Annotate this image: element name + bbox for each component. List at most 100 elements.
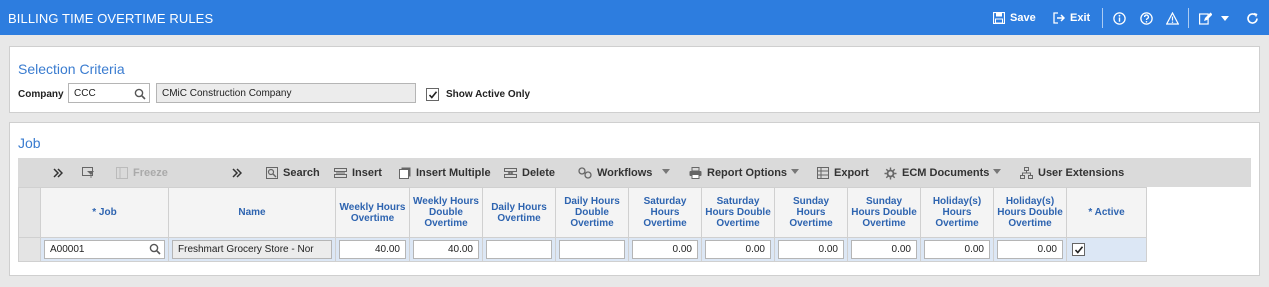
daily-hours-double-overtime-input[interactable] [559, 240, 625, 259]
exit-icon [1053, 12, 1065, 24]
show-active-only-label: Show Active Only [446, 89, 531, 100]
saturday-double-overtime-cell [701, 237, 775, 262]
column-header-holiday-hours-double-overtime[interactable]: Holiday(s) Hours Double Overtime [993, 187, 1067, 238]
weekly-double-overtime-cell [409, 237, 483, 262]
sunday-overtime-cell [774, 237, 848, 262]
insert-row-icon [334, 168, 347, 178]
user-extensions-button[interactable]: User Extensions [1020, 166, 1124, 180]
active-checkbox[interactable] [1072, 243, 1085, 256]
name-cell [168, 237, 336, 262]
active-cell [1066, 237, 1147, 262]
checkmark-icon [428, 90, 437, 99]
column-header-active[interactable]: * Active [1066, 187, 1147, 238]
company-name-field [156, 83, 416, 103]
column-header-job[interactable]: * Job [40, 187, 169, 238]
saturday-hours-overtime-input[interactable] [632, 240, 698, 259]
user-extensions-icon [1020, 167, 1033, 179]
column-header-weekly-hours-overtime[interactable]: Weekly Hours Overtime [335, 187, 410, 238]
save-icon [993, 12, 1005, 24]
grid-toolbar: Freeze Search Insert Insert Multiple Del… [18, 158, 1251, 187]
weekly-hours-double-overtime-input[interactable] [413, 240, 479, 259]
holiday-double-overtime-cell [993, 237, 1067, 262]
warning-icon[interactable] [1165, 11, 1179, 25]
job-name-field [172, 240, 332, 259]
workflows-icon [578, 167, 592, 179]
weekly-hours-overtime-input[interactable] [339, 240, 406, 259]
freeze-label: Freeze [133, 167, 168, 179]
daily-double-overtime-cell [555, 237, 629, 262]
workflows-label: Workflows [597, 167, 653, 179]
column-header-daily-hours-overtime[interactable]: Daily Hours Overtime [482, 187, 556, 238]
search-icon [266, 167, 278, 179]
double-chevron-right-icon [232, 168, 242, 178]
save-label: Save [1010, 12, 1036, 24]
sunday-hours-double-overtime-input[interactable] [851, 240, 917, 259]
insert-button[interactable]: Insert [334, 166, 382, 180]
export-label: Export [834, 167, 869, 179]
holiday-hours-double-overtime-input[interactable] [997, 240, 1063, 259]
edit-icon[interactable] [1198, 11, 1212, 25]
insert-multiple-button[interactable]: Insert Multiple [399, 166, 491, 180]
sunday-hours-overtime-input[interactable] [778, 240, 844, 259]
daily-overtime-cell [482, 237, 556, 262]
saturday-hours-double-overtime-input[interactable] [705, 240, 771, 259]
column-header-daily-hours-double-overtime[interactable]: Daily Hours Double Overtime [555, 187, 629, 238]
row-selector[interactable] [18, 237, 41, 262]
help-icon[interactable] [1139, 11, 1153, 25]
delete-row-icon [504, 168, 517, 178]
freeze-icon [116, 167, 128, 179]
report-options-dropdown-chevron-icon[interactable] [791, 169, 799, 174]
workflows-button[interactable]: Workflows [578, 166, 652, 180]
user-extensions-label: User Extensions [1038, 167, 1125, 179]
sunday-double-overtime-cell [847, 237, 921, 262]
column-header-saturday-hours-double-overtime[interactable]: Saturday Hours Double Overtime [701, 187, 775, 238]
save-button[interactable]: Save [993, 11, 1036, 25]
expand-left-button[interactable] [53, 166, 63, 180]
exit-button[interactable]: Exit [1053, 11, 1090, 25]
column-header-holiday-hours-overtime[interactable]: Holiday(s) Hours Overtime [920, 187, 994, 238]
chevron-down-icon[interactable] [1218, 11, 1232, 25]
report-options-label: Report Options [707, 167, 788, 179]
export-icon [817, 167, 829, 179]
column-header-weekly-hours-double-overtime[interactable]: Weekly Hours Double Overtime [409, 187, 483, 238]
toolbar-divider [1188, 8, 1189, 28]
info-icon[interactable] [1112, 11, 1126, 25]
selection-criteria-panel: Selection Criteria Company Show Active O… [9, 46, 1260, 113]
refresh-icon[interactable] [1245, 11, 1259, 25]
grid-header-row: * Job Name Weekly Hours Overtime Weekly … [18, 187, 1147, 238]
column-header-saturday-hours-overtime[interactable]: Saturday Hours Overtime [628, 187, 702, 238]
delete-button[interactable]: Delete [504, 166, 555, 180]
search-icon[interactable] [149, 243, 161, 255]
ecm-documents-dropdown-chevron-icon[interactable] [993, 169, 1001, 174]
daily-hours-overtime-input[interactable] [486, 240, 552, 259]
column-header-sunday-hours-double-overtime[interactable]: Sunday Hours Double Overtime [847, 187, 921, 238]
ecm-documents-button[interactable]: ECM Documents [884, 166, 989, 180]
export-button[interactable]: Export [817, 166, 869, 180]
column-header-name[interactable]: Name [168, 187, 336, 238]
job-cell [40, 237, 169, 262]
table-row[interactable] [18, 237, 1147, 262]
saturday-overtime-cell [628, 237, 702, 262]
job-panel: Job Freeze Search Insert Insert Multiple [9, 122, 1260, 276]
job-input[interactable] [44, 240, 165, 259]
filter-button[interactable] [82, 166, 95, 180]
title-bar: BILLING TIME OVERTIME RULES Save Exit [0, 0, 1269, 35]
holiday-hours-overtime-input[interactable] [924, 240, 990, 259]
search-icon[interactable] [134, 88, 146, 100]
weekly-overtime-cell [335, 237, 410, 262]
double-chevron-right-icon [53, 168, 63, 178]
freeze-button: Freeze [116, 166, 168, 180]
job-panel-title: Job [18, 135, 41, 151]
filter-icon [82, 167, 94, 178]
company-label: Company [18, 89, 64, 100]
printer-icon [689, 167, 702, 179]
show-active-only-checkbox[interactable] [426, 88, 439, 101]
expand-right-button[interactable] [232, 166, 242, 180]
search-button[interactable]: Search [266, 166, 320, 180]
ecm-documents-label: ECM Documents [902, 167, 990, 179]
page-title: BILLING TIME OVERTIME RULES [8, 11, 214, 26]
report-options-button[interactable]: Report Options [689, 166, 787, 180]
search-label: Search [283, 167, 320, 179]
column-header-sunday-hours-overtime[interactable]: Sunday Hours Overtime [774, 187, 848, 238]
workflows-dropdown-chevron-icon[interactable] [662, 169, 670, 174]
